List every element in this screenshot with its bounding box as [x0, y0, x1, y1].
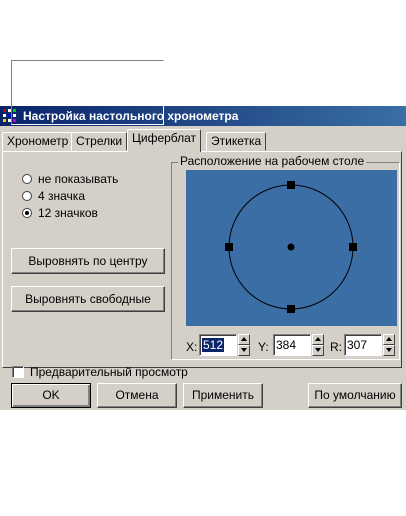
defaults-button[interactable]: По умолчанию [308, 383, 402, 408]
align-free-button[interactable]: Выровнять свободные [11, 286, 165, 312]
radio-12-marks-label: 12 значков [38, 206, 98, 220]
radio-none-label: не показывать [38, 172, 119, 186]
r-value: 307 [347, 338, 368, 352]
radio-4-marks-dot[interactable] [22, 191, 32, 201]
y-value: 384 [276, 338, 297, 352]
preview-label[interactable]: Предварительный просмотр [30, 365, 188, 379]
handle-bottom [287, 305, 295, 313]
clock-position-diagram [225, 181, 357, 313]
r-spinner[interactable] [383, 334, 395, 356]
tab-chronometer[interactable]: Хронометр [2, 132, 74, 151]
tab-dial[interactable]: Циферблат [127, 129, 202, 152]
radio-none-dot[interactable] [22, 174, 32, 184]
handle-left [225, 243, 233, 251]
y-label: Y: [258, 340, 269, 354]
r-spin-up-icon[interactable] [383, 334, 395, 345]
x-spin-up-icon[interactable] [238, 334, 250, 345]
x-value: 512 [202, 338, 225, 352]
y-spin-down-icon[interactable] [312, 345, 324, 356]
handle-top [287, 181, 295, 189]
cancel-button[interactable]: Отмена [97, 383, 177, 408]
x-spinner[interactable] [238, 334, 250, 356]
x-input[interactable]: 512 [199, 334, 237, 356]
apply-button[interactable]: Применить [183, 383, 263, 408]
r-label: R: [330, 340, 342, 354]
r-spin-down-icon[interactable] [383, 345, 395, 356]
preview-checkbox[interactable] [12, 366, 24, 378]
center-dot [287, 243, 295, 251]
ok-button[interactable]: OK [11, 383, 91, 408]
y-input[interactable]: 384 [273, 334, 311, 356]
y-spin-up-icon[interactable] [312, 334, 324, 345]
tab-label[interactable]: Этикетка [206, 132, 267, 151]
x-label: X: [186, 340, 198, 354]
x-spin-down-icon[interactable] [238, 345, 250, 356]
marks-group [11, 60, 164, 125]
handle-right [349, 243, 357, 251]
radio-4-marks-label: 4 значка [38, 189, 85, 203]
r-input[interactable]: 307 [344, 334, 382, 356]
tab-hands[interactable]: Стрелки [71, 132, 128, 151]
desktop-legend: Расположение на рабочем столе [178, 154, 367, 168]
radio-12-marks-dot[interactable] [22, 208, 32, 218]
center-button[interactable]: Выровнять по центру [11, 248, 165, 274]
y-spinner[interactable] [312, 334, 324, 356]
desktop-preview[interactable] [186, 170, 397, 326]
